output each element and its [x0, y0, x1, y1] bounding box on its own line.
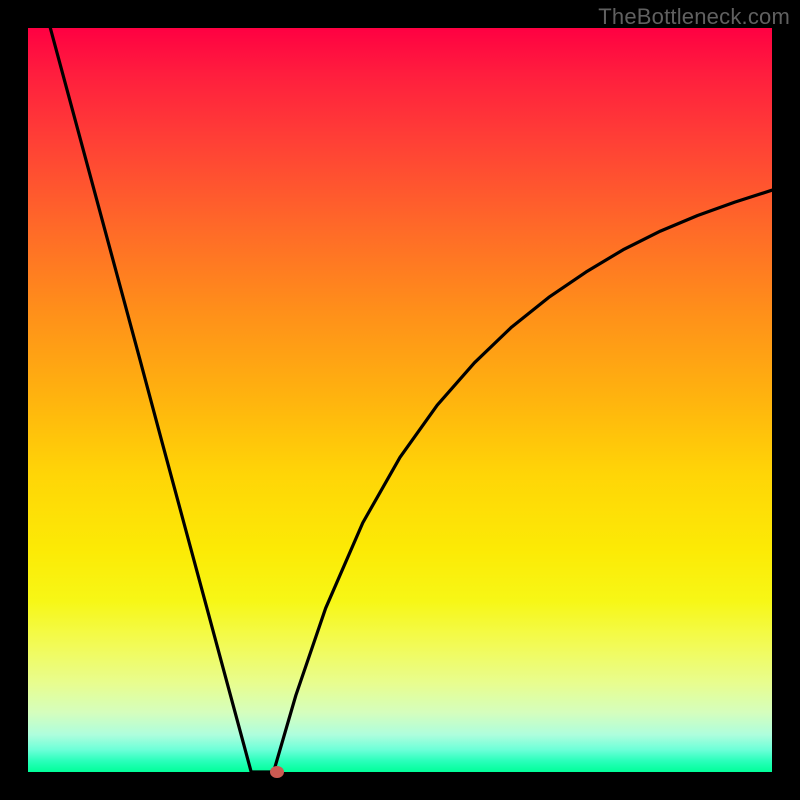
watermark-text: TheBottleneck.com [598, 4, 790, 30]
chart-frame: TheBottleneck.com [0, 0, 800, 800]
curve-path [50, 28, 772, 772]
bottleneck-curve [28, 28, 772, 772]
optimum-marker [270, 766, 284, 778]
